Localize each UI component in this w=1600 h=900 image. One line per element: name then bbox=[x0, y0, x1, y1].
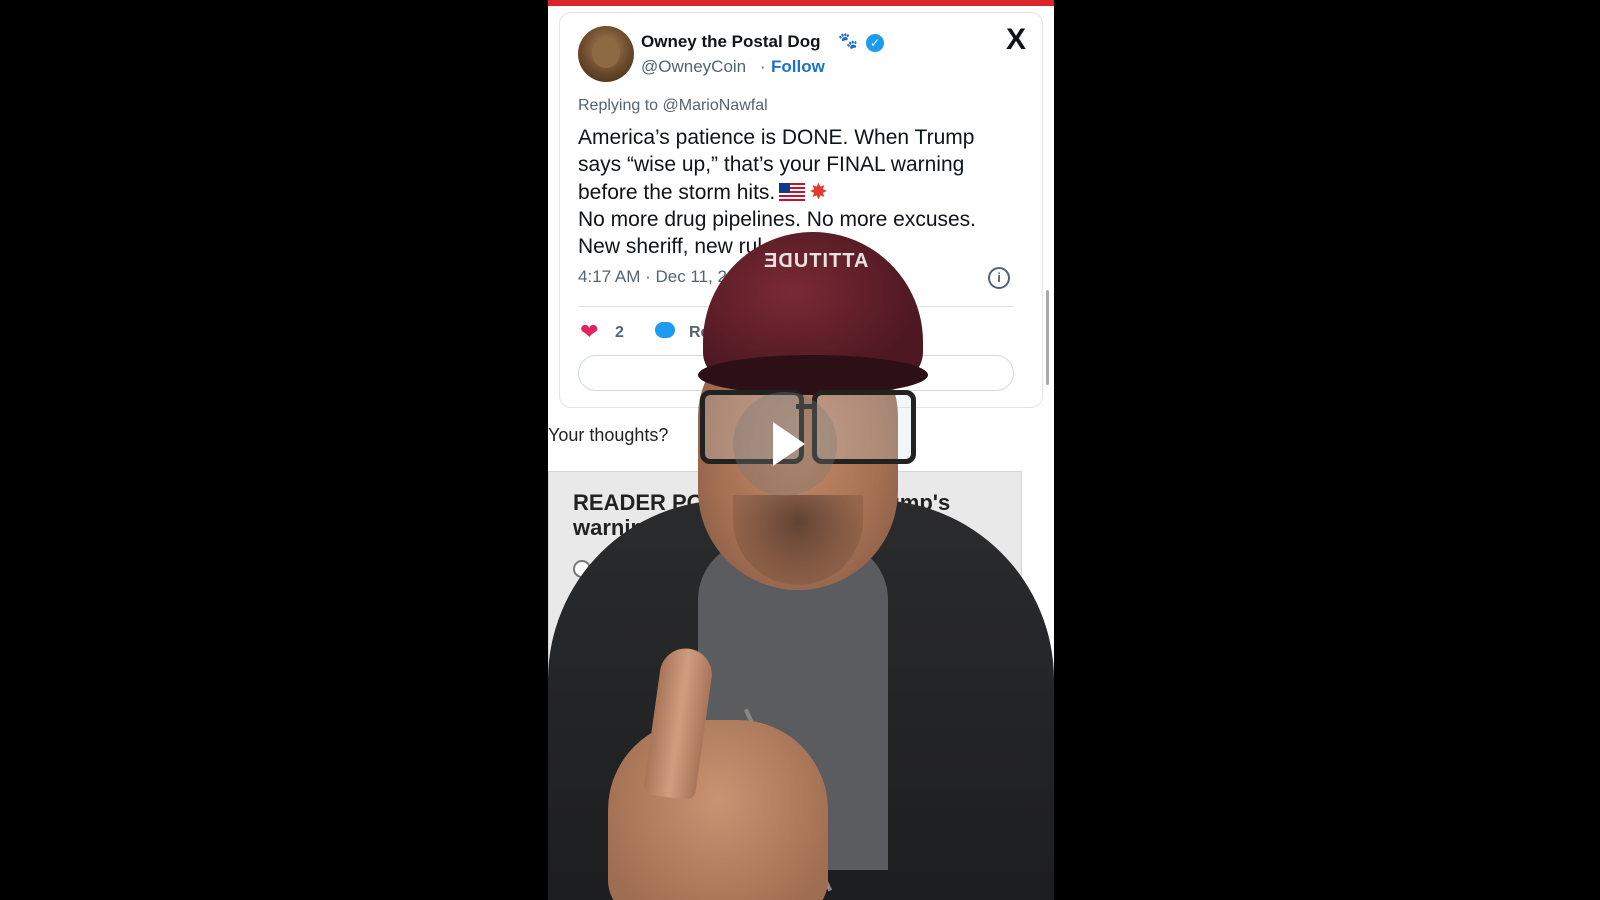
reply-button-label[interactable]: Rep bbox=[689, 324, 719, 342]
your-thoughts-text: Your thoughts? bbox=[548, 425, 669, 445]
explosion-icon: ✸ bbox=[809, 179, 828, 204]
tweet-timestamp[interactable]: 4:17 AM · Dec 11, 2 bbox=[578, 267, 727, 287]
author-name[interactable]: Owney the Postal Dog bbox=[641, 32, 820, 52]
info-icon[interactable]: i bbox=[988, 267, 1010, 289]
poll-title: READER PO rump's warning t d? bbox=[573, 490, 993, 540]
like-count: 2 bbox=[615, 324, 624, 341]
poll-title-line2-left: warning t bbox=[573, 515, 671, 540]
replying-to: Replying to @MarioNawfal bbox=[578, 97, 768, 114]
tweet-text: America’s patience is DONE. When Trump s… bbox=[578, 124, 1022, 260]
x-logo-icon[interactable]: X bbox=[1000, 24, 1032, 56]
play-button[interactable] bbox=[733, 392, 837, 496]
handle-separator: · bbox=[760, 57, 766, 76]
reply-bubble-icon[interactable] bbox=[655, 322, 675, 338]
read-replies-button[interactable] bbox=[578, 355, 1014, 391]
poll-option-label[interactable]: Y bbox=[597, 556, 609, 577]
top-accent-bar bbox=[548, 0, 1054, 6]
follow-link[interactable]: Follow bbox=[771, 57, 825, 77]
reader-poll: READER PO rump's warning t d? Y bbox=[548, 471, 1022, 900]
tweet-line: No more drug pipelines. No more excuses. bbox=[578, 208, 977, 231]
embedded-tweet[interactable]: Owney the Postal Dog 🐾 ✓ @OwneyCoin · Fo… bbox=[559, 12, 1043, 408]
poll-radio[interactable] bbox=[573, 560, 591, 578]
tweet-line: before the storm hits. bbox=[578, 181, 776, 204]
poll-title-right: rump's bbox=[877, 490, 951, 515]
tweet-line: New sheriff, new rul bbox=[578, 235, 763, 258]
avatar[interactable] bbox=[578, 26, 634, 82]
avatar-face bbox=[592, 38, 620, 68]
us-flag-icon bbox=[779, 183, 806, 201]
tweet-line: America’s patience is DONE. When Trump bbox=[578, 126, 975, 149]
poll-title-left: READER PO bbox=[573, 490, 704, 515]
divider bbox=[578, 306, 1014, 307]
tweet-line: says “wise up,” that’s your FINAL warnin… bbox=[578, 153, 965, 176]
heart-icon[interactable]: ❤ bbox=[580, 319, 598, 345]
author-handle[interactable]: @OwneyCoin bbox=[641, 57, 746, 77]
scrollbar[interactable] bbox=[1046, 290, 1049, 385]
play-icon bbox=[773, 422, 805, 466]
paw-icon: 🐾 bbox=[838, 33, 858, 50]
tweet-line-with-emoji: before the storm hits. ✸ bbox=[578, 178, 1022, 206]
poll-title-line2-right: d? bbox=[900, 515, 928, 540]
verified-badge-icon: ✓ bbox=[866, 34, 884, 52]
